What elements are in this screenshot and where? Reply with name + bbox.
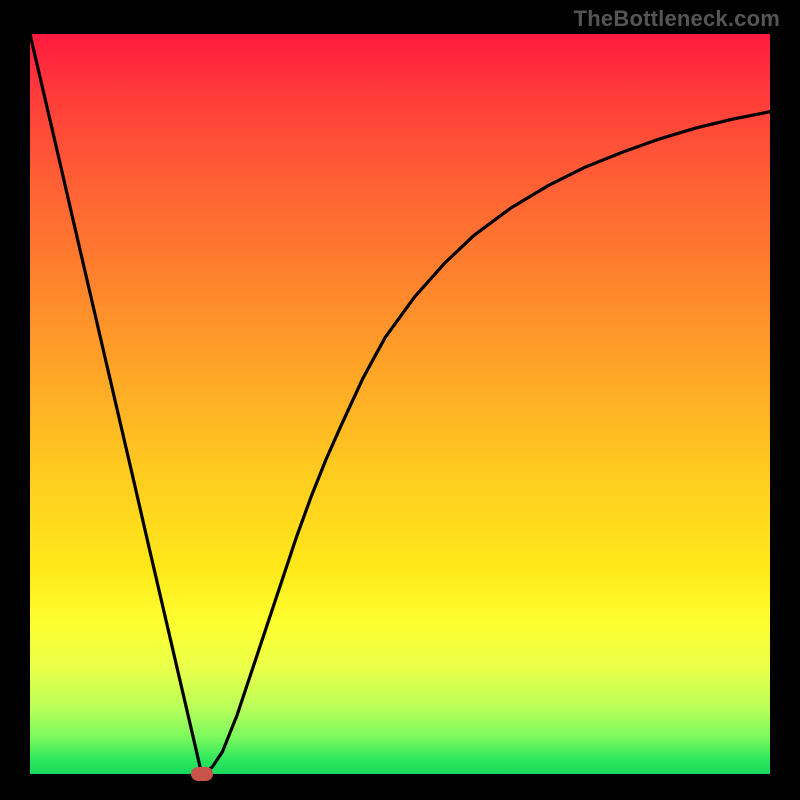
watermark-text: TheBottleneck.com [574, 6, 780, 32]
min-marker [191, 767, 213, 781]
chart-plot-area [30, 34, 770, 774]
curve-path [30, 34, 770, 774]
curve-svg [30, 34, 770, 774]
